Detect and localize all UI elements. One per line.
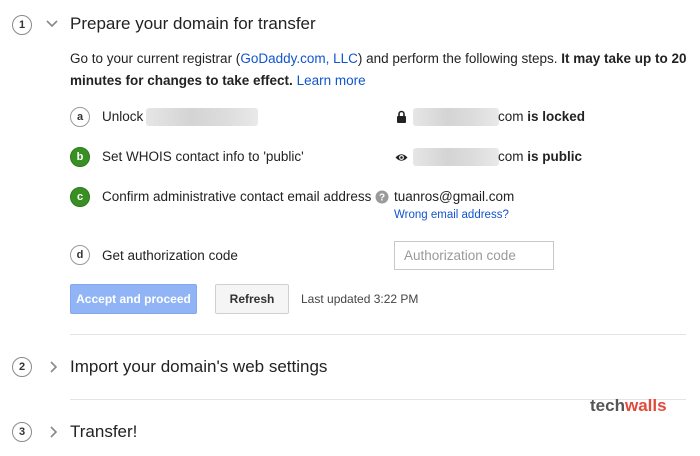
step-badge-d: d bbox=[70, 245, 90, 265]
techwalls-watermark-logo: techwalls bbox=[590, 396, 667, 415]
help-icon[interactable]: ? bbox=[375, 190, 389, 204]
chevron-down-icon[interactable] bbox=[45, 17, 59, 31]
learn-more-link[interactable]: Learn more bbox=[297, 73, 366, 88]
last-updated-text: Last updated 3:22 PM bbox=[301, 292, 419, 306]
accept-and-proceed-button[interactable]: Accept and proceed bbox=[70, 284, 197, 314]
section-number-3: 3 bbox=[12, 422, 32, 442]
section-number-1: 1 bbox=[12, 15, 32, 35]
eye-icon bbox=[395, 154, 408, 161]
admin-email-value: tuanros@gmail.com bbox=[394, 189, 515, 204]
step-badge-a: a bbox=[70, 107, 90, 127]
step-label-confirm-email: Confirm administrative contact email add… bbox=[102, 189, 372, 204]
section-title-import[interactable]: Import your domain's web settings bbox=[70, 357, 327, 377]
desc-mid: ) and perform the following steps. bbox=[357, 51, 562, 66]
section-divider-1 bbox=[70, 334, 686, 335]
redacted-domain-whois bbox=[413, 148, 499, 166]
section-description: Go to your current registrar (GoDaddy.co… bbox=[70, 48, 700, 92]
svg-text:?: ? bbox=[379, 193, 385, 204]
step-badge-b: b bbox=[70, 147, 90, 167]
redacted-domain bbox=[146, 108, 258, 126]
lock-icon bbox=[397, 110, 406, 123]
chevron-right-icon[interactable] bbox=[47, 425, 61, 439]
step-label-auth-code: Get authorization code bbox=[102, 248, 238, 263]
step-label-whois: Set WHOIS contact info to 'public' bbox=[102, 149, 304, 164]
registrar-link[interactable]: GoDaddy.com, LLC bbox=[240, 51, 358, 66]
desc-prefix: Go to your current registrar ( bbox=[70, 51, 241, 66]
section-title-prepare[interactable]: Prepare your domain for transfer bbox=[70, 14, 316, 34]
section-number-2: 2 bbox=[12, 357, 32, 377]
domain-lock-status: com is locked bbox=[498, 109, 586, 124]
step-badge-c: c bbox=[70, 187, 90, 207]
chevron-right-icon[interactable] bbox=[47, 360, 61, 374]
wrong-email-link[interactable]: Wrong email address? bbox=[394, 209, 509, 221]
refresh-button[interactable]: Refresh bbox=[215, 284, 289, 314]
domain-whois-status: com is public bbox=[498, 149, 583, 164]
authorization-code-input[interactable] bbox=[394, 241, 554, 270]
section-title-transfer[interactable]: Transfer! bbox=[70, 422, 137, 442]
step-label-unlock: Unlock bbox=[102, 109, 144, 124]
redacted-domain-status bbox=[413, 108, 499, 126]
